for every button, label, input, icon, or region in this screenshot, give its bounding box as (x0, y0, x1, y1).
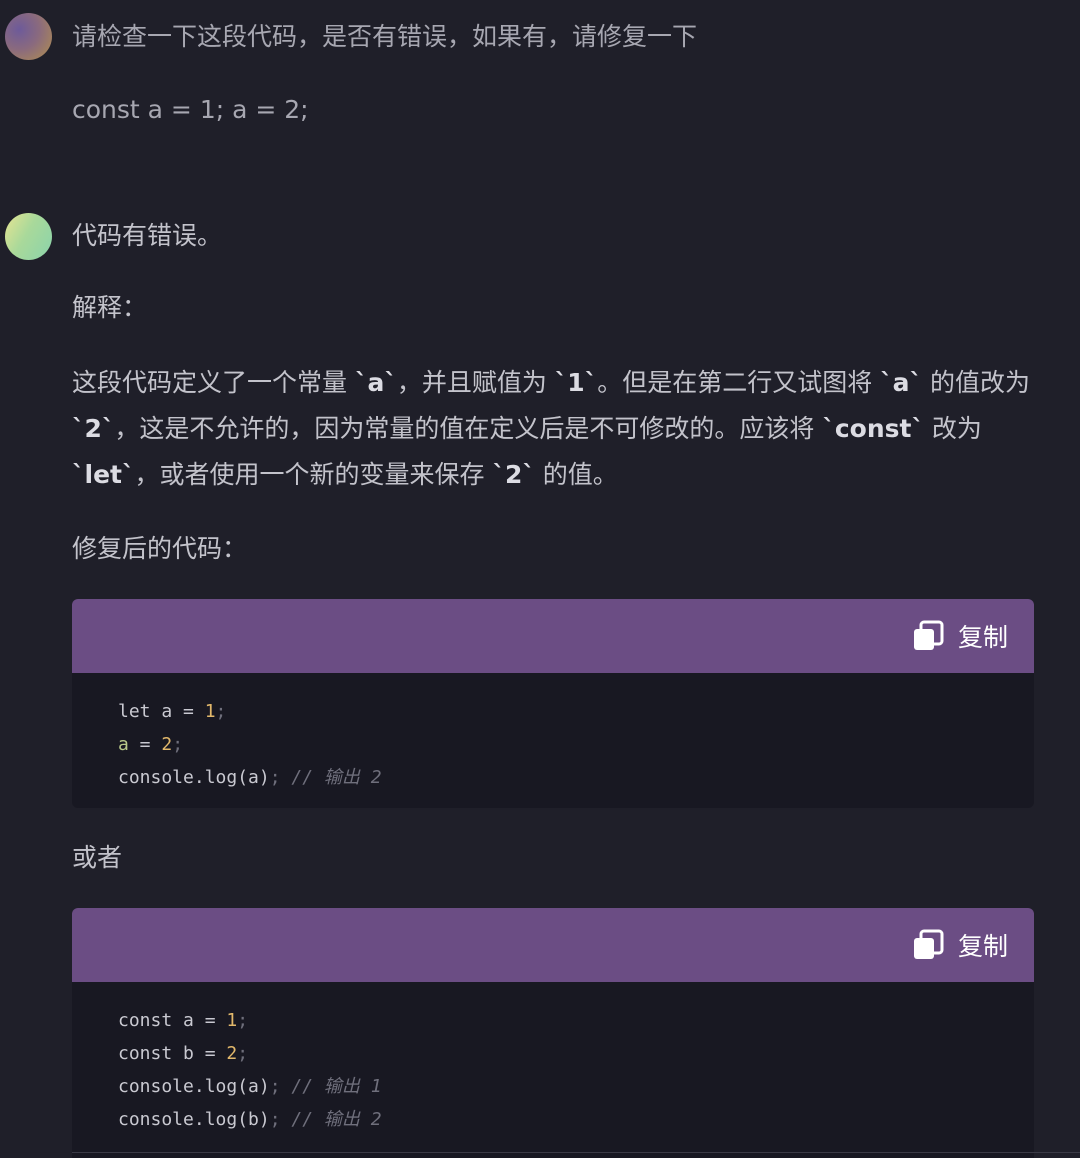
code-token: a (118, 734, 129, 755)
chat-page: 请检查一下这段代码，是否有错误，如果有，请修复一下 const a = 1; a… (0, 0, 1080, 1158)
code-token: = (128, 734, 162, 755)
code-block-header: 复制 (72, 599, 1034, 673)
explanation-line: `2`，这是不允许的，因为常量的值在定义后是不可修改的。应该将 `const` … (72, 406, 1042, 452)
answer-summary: 代码有错误。 (72, 221, 223, 250)
fixed-code-label: 修复后的代码： (72, 534, 248, 563)
explanation-text: ，这是不允许的，因为常量的值在定义后是不可修改的。应该将 (114, 414, 823, 443)
inline-code: `a` (354, 368, 397, 397)
inline-code: `a` (880, 368, 923, 397)
code-token: ; (237, 1010, 249, 1031)
code-token: const b = (118, 1043, 227, 1064)
code-line: let a = 1; (118, 695, 1034, 728)
code-line: console.log(b); // 输出 2 (118, 1103, 1034, 1136)
code-token: 1 (226, 1010, 238, 1031)
code-token: console.log(b) (118, 1109, 270, 1130)
inline-code: `const` (822, 414, 924, 443)
code-line: console.log(a); // 输出 1 (118, 1070, 1034, 1103)
code-block-2: 复制 const a = 1; const b = 2; console.log(a… (72, 908, 1034, 1158)
inline-code: `2` (72, 414, 115, 443)
copy-icon (913, 929, 944, 959)
explanation-text: 的值改为 (922, 368, 1030, 397)
explanation-line: `let`，或者使用一个新的变量来保存 `2` 的值。 (72, 452, 1042, 498)
inline-code: `let` (72, 460, 135, 489)
explanation-text: ，并且赋值为 (396, 368, 555, 397)
code-token: 1 (204, 701, 216, 722)
copy-button[interactable]: 复制 (912, 926, 1008, 964)
code-token: ; (172, 734, 184, 755)
user-avatar (5, 13, 52, 60)
copy-button[interactable]: 复制 (912, 617, 1008, 655)
explanation-line: 这段代码定义了一个常量 `a`，并且赋值为 `1`。但是在第二行又试图将 `a`… (72, 360, 1042, 406)
explanation-text: 。但是在第二行又试图将 (597, 368, 881, 397)
code-token: // 输出 2 (291, 767, 382, 788)
explanation-text: 这段代码定义了一个常量 (72, 368, 355, 397)
code-token: 2 (161, 734, 173, 755)
code-token: console.log(a) (118, 767, 270, 788)
explanation-text: 改为 (923, 414, 982, 443)
code-line: a = 2; (118, 728, 1034, 761)
code-block-header: 复制 (72, 908, 1034, 982)
code-token: ; (215, 701, 227, 722)
code-line: const b = 2; (118, 1037, 1034, 1070)
copy-button-label: 复制 (957, 623, 1008, 652)
user-message: 请检查一下这段代码，是否有错误，如果有，请修复一下 (72, 22, 698, 51)
explanation-text: 的值。 (534, 460, 618, 489)
user-code-snippet: const a = 1; a = 2; (72, 95, 309, 124)
code-token: ; (237, 1043, 249, 1064)
code-token: // 输出 2 (291, 1109, 382, 1130)
copy-icon (913, 620, 944, 650)
explanation-text: ，或者使用一个新的变量来保存 (134, 460, 493, 489)
divider (72, 1152, 1080, 1153)
code-block-1: 复制 let a = 1; a = 2; console.log(a); // 输出… (72, 599, 1034, 808)
explanation-label: 解释： (72, 293, 148, 322)
code-token: // 输出 1 (291, 1076, 382, 1097)
code-content: let a = 1; a = 2; console.log(a); // 输出 2 (72, 673, 1034, 794)
or-label: 或者 (72, 843, 123, 872)
code-token: let a = (118, 701, 205, 722)
code-token: ; (269, 1109, 292, 1130)
code-token: 2 (226, 1043, 238, 1064)
code-token: const a = (118, 1010, 227, 1031)
code-line: const a = 1; (118, 1004, 1034, 1037)
code-content: const a = 1; const b = 2; console.log(a); … (72, 982, 1034, 1136)
code-token: ; (269, 1076, 292, 1097)
code-line: console.log(a); // 输出 2 (118, 761, 1034, 794)
explanation-paragraph: 这段代码定义了一个常量 `a`，并且赋值为 `1`。但是在第二行又试图将 `a`… (72, 360, 1042, 498)
inline-code: `2` (492, 460, 535, 489)
code-token: ; (269, 767, 292, 788)
assistant-avatar (5, 213, 52, 260)
code-token: console.log(a) (118, 1076, 270, 1097)
inline-code: `1` (554, 368, 598, 397)
copy-button-label: 复制 (957, 932, 1008, 961)
